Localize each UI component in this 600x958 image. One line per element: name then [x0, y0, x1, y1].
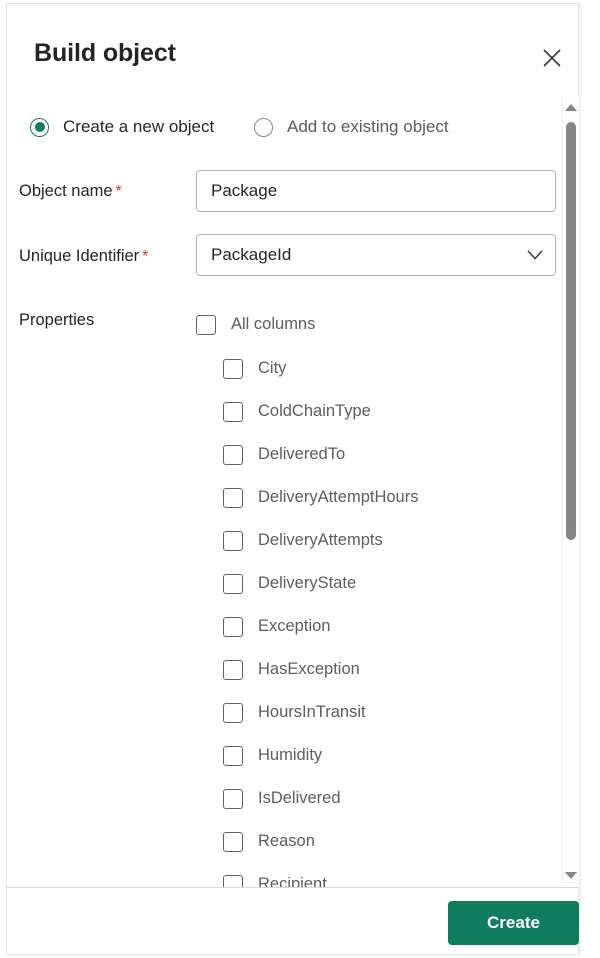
list-item[interactable]: IsDelivered: [196, 777, 341, 820]
properties-label: Properties: [19, 311, 95, 329]
properties-scrollbar[interactable]: [562, 96, 579, 886]
list-item-label: DeliveredTo: [258, 445, 346, 463]
close-icon: [541, 47, 563, 69]
scrollbar-thumb[interactable]: [566, 122, 576, 540]
checkbox-all-columns[interactable]: All columns: [196, 303, 315, 346]
chevron-down-icon: [515, 249, 555, 261]
list-item-label: ColdChainType: [258, 402, 371, 420]
object-mode-radio-group: Create a new object Add to existing obje…: [6, 110, 566, 144]
list-item-label: Exception: [258, 617, 331, 635]
list-item-label: Recipient: [258, 875, 327, 887]
list-item-label: Reason: [258, 832, 315, 850]
create-button[interactable]: Create: [448, 901, 579, 945]
checkbox-all-columns-label: All columns: [231, 315, 316, 333]
list-item[interactable]: Reason: [196, 820, 315, 863]
checkbox-unchecked-icon: [223, 788, 243, 809]
dialog-right-shadow: [579, 3, 583, 955]
object-name-input[interactable]: [196, 170, 556, 212]
list-item[interactable]: Exception: [196, 605, 330, 648]
checkbox-unchecked-icon: [196, 314, 216, 335]
list-item[interactable]: HasException: [196, 648, 360, 691]
checkbox-unchecked-icon: [223, 616, 243, 637]
checkbox-unchecked-icon: [223, 401, 243, 422]
list-item[interactable]: ColdChainType: [196, 390, 371, 433]
checkbox-unchecked-icon: [223, 530, 243, 551]
radio-create-new-object-label: Create a new object: [63, 117, 215, 136]
unique-identifier-label: Unique Identifier *: [19, 247, 148, 266]
checkbox-unchecked-icon: [223, 874, 243, 887]
unique-identifier-required-marker: *: [142, 248, 149, 265]
radio-unselected-icon: [254, 117, 273, 137]
list-item-label: DeliveryState: [258, 574, 357, 592]
radio-selected-icon: [30, 117, 49, 137]
list-item[interactable]: Humidity: [196, 734, 322, 777]
list-item[interactable]: DeliveryAttempts: [196, 519, 383, 562]
checkbox-unchecked-icon: [223, 358, 243, 379]
checkbox-unchecked-icon: [223, 487, 243, 508]
list-item[interactable]: DeliveryState: [196, 562, 356, 605]
list-item[interactable]: City: [196, 347, 286, 390]
checkbox-unchecked-icon: [223, 702, 243, 723]
checkbox-unchecked-icon: [223, 573, 243, 594]
checkbox-unchecked-icon: [223, 831, 243, 852]
radio-add-to-existing-object-label: Add to existing object: [287, 117, 449, 136]
list-item[interactable]: DeliveredTo: [196, 433, 345, 476]
footer-divider: [7, 887, 578, 888]
checkbox-unchecked-icon: [223, 659, 243, 680]
list-item-label: DeliveryAttempts: [258, 531, 383, 549]
list-item-label: HoursInTransit: [258, 703, 366, 721]
dialog-header: Build object: [6, 3, 579, 95]
list-item[interactable]: DeliveryAttemptHours: [196, 476, 418, 519]
scroll-down-arrow-icon[interactable]: [563, 866, 579, 884]
list-item-label: City: [258, 359, 287, 377]
unique-identifier-dropdown[interactable]: PackageId: [196, 234, 556, 276]
checkbox-unchecked-icon: [223, 444, 243, 465]
list-item[interactable]: HoursInTransit: [196, 691, 366, 734]
unique-identifier-label-text: Unique Identifier: [19, 247, 140, 265]
scroll-up-arrow-icon[interactable]: [563, 98, 579, 116]
object-name-label-text: Object name: [19, 182, 113, 200]
radio-add-to-existing-object[interactable]: Add to existing object: [254, 110, 449, 144]
object-name-required-marker: *: [115, 183, 122, 200]
checkbox-unchecked-icon: [223, 745, 243, 766]
list-item[interactable]: Recipient: [196, 863, 327, 887]
list-item-label: Humidity: [258, 746, 323, 764]
page-title: Build object: [34, 39, 176, 67]
list-item-label: IsDelivered: [258, 789, 341, 807]
properties-checkbox-list: All columns City ColdChainType DeliveredTo…: [196, 303, 562, 887]
list-item-label: HasException: [258, 660, 360, 678]
close-button[interactable]: [530, 37, 574, 79]
list-item-label: DeliveryAttemptHours: [258, 488, 419, 506]
radio-create-new-object[interactable]: Create a new object: [30, 110, 214, 144]
object-name-label: Object name *: [19, 182, 122, 201]
unique-identifier-value: PackageId: [211, 245, 292, 264]
